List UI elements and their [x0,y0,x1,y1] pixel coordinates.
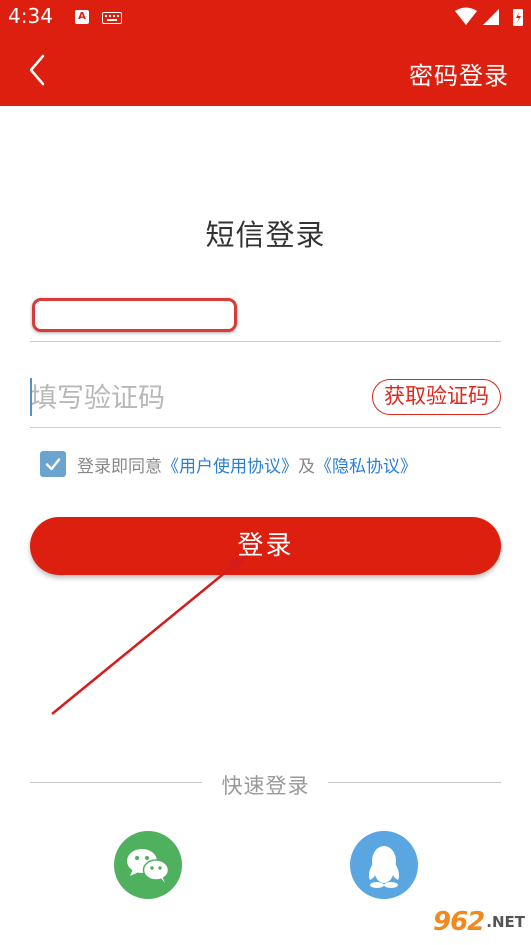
back-button[interactable] [18,50,58,90]
status-bar: 4:34 A [0,0,531,36]
checkmark-icon [45,458,61,471]
watermark-site: .NET [486,913,525,931]
status-indicators [455,7,523,26]
keyboard-icon [102,12,122,24]
signal-icon [483,9,499,25]
qq-icon [368,846,400,888]
agreement-checkbox[interactable] [40,451,66,477]
app-header: 密码登录 [0,36,531,106]
wifi-icon [455,7,477,25]
verification-code-row: 获取验证码 [30,368,501,428]
user-agreement-link[interactable]: 《用户使用协议》 [162,452,298,477]
watermark-number: 962 [432,907,485,937]
page-title: 短信登录 [205,218,326,252]
agreement-row: 登录即同意 《用户使用协议》 及 《隐私协议》 [40,450,417,478]
privacy-link[interactable]: 《隐私协议》 [315,452,417,477]
wechat-login-button[interactable] [114,831,182,899]
quick-login-label: 快速登录 [221,774,310,798]
text-caret [30,378,32,416]
agreement-and: 及 [298,456,315,477]
site-watermark: 962 .NET [433,903,525,941]
phone-field[interactable] [30,296,501,342]
agreement-prefix: 登录即同意 [77,456,162,477]
chevron-left-icon [29,54,45,86]
phone-redaction-box [32,298,237,332]
divider-right [328,782,501,783]
get-code-button[interactable]: 获取验证码 [372,379,501,415]
status-time: 4:34 [8,4,53,28]
notification-badge: A [75,10,89,24]
quick-login-divider: 快速登录 [30,768,501,798]
verification-code-input[interactable] [30,376,330,420]
qq-login-button[interactable] [350,831,418,899]
password-login-link[interactable]: 密码登录 [409,56,509,91]
login-button[interactable]: 登录 [30,517,501,575]
wechat-icon [127,849,170,883]
